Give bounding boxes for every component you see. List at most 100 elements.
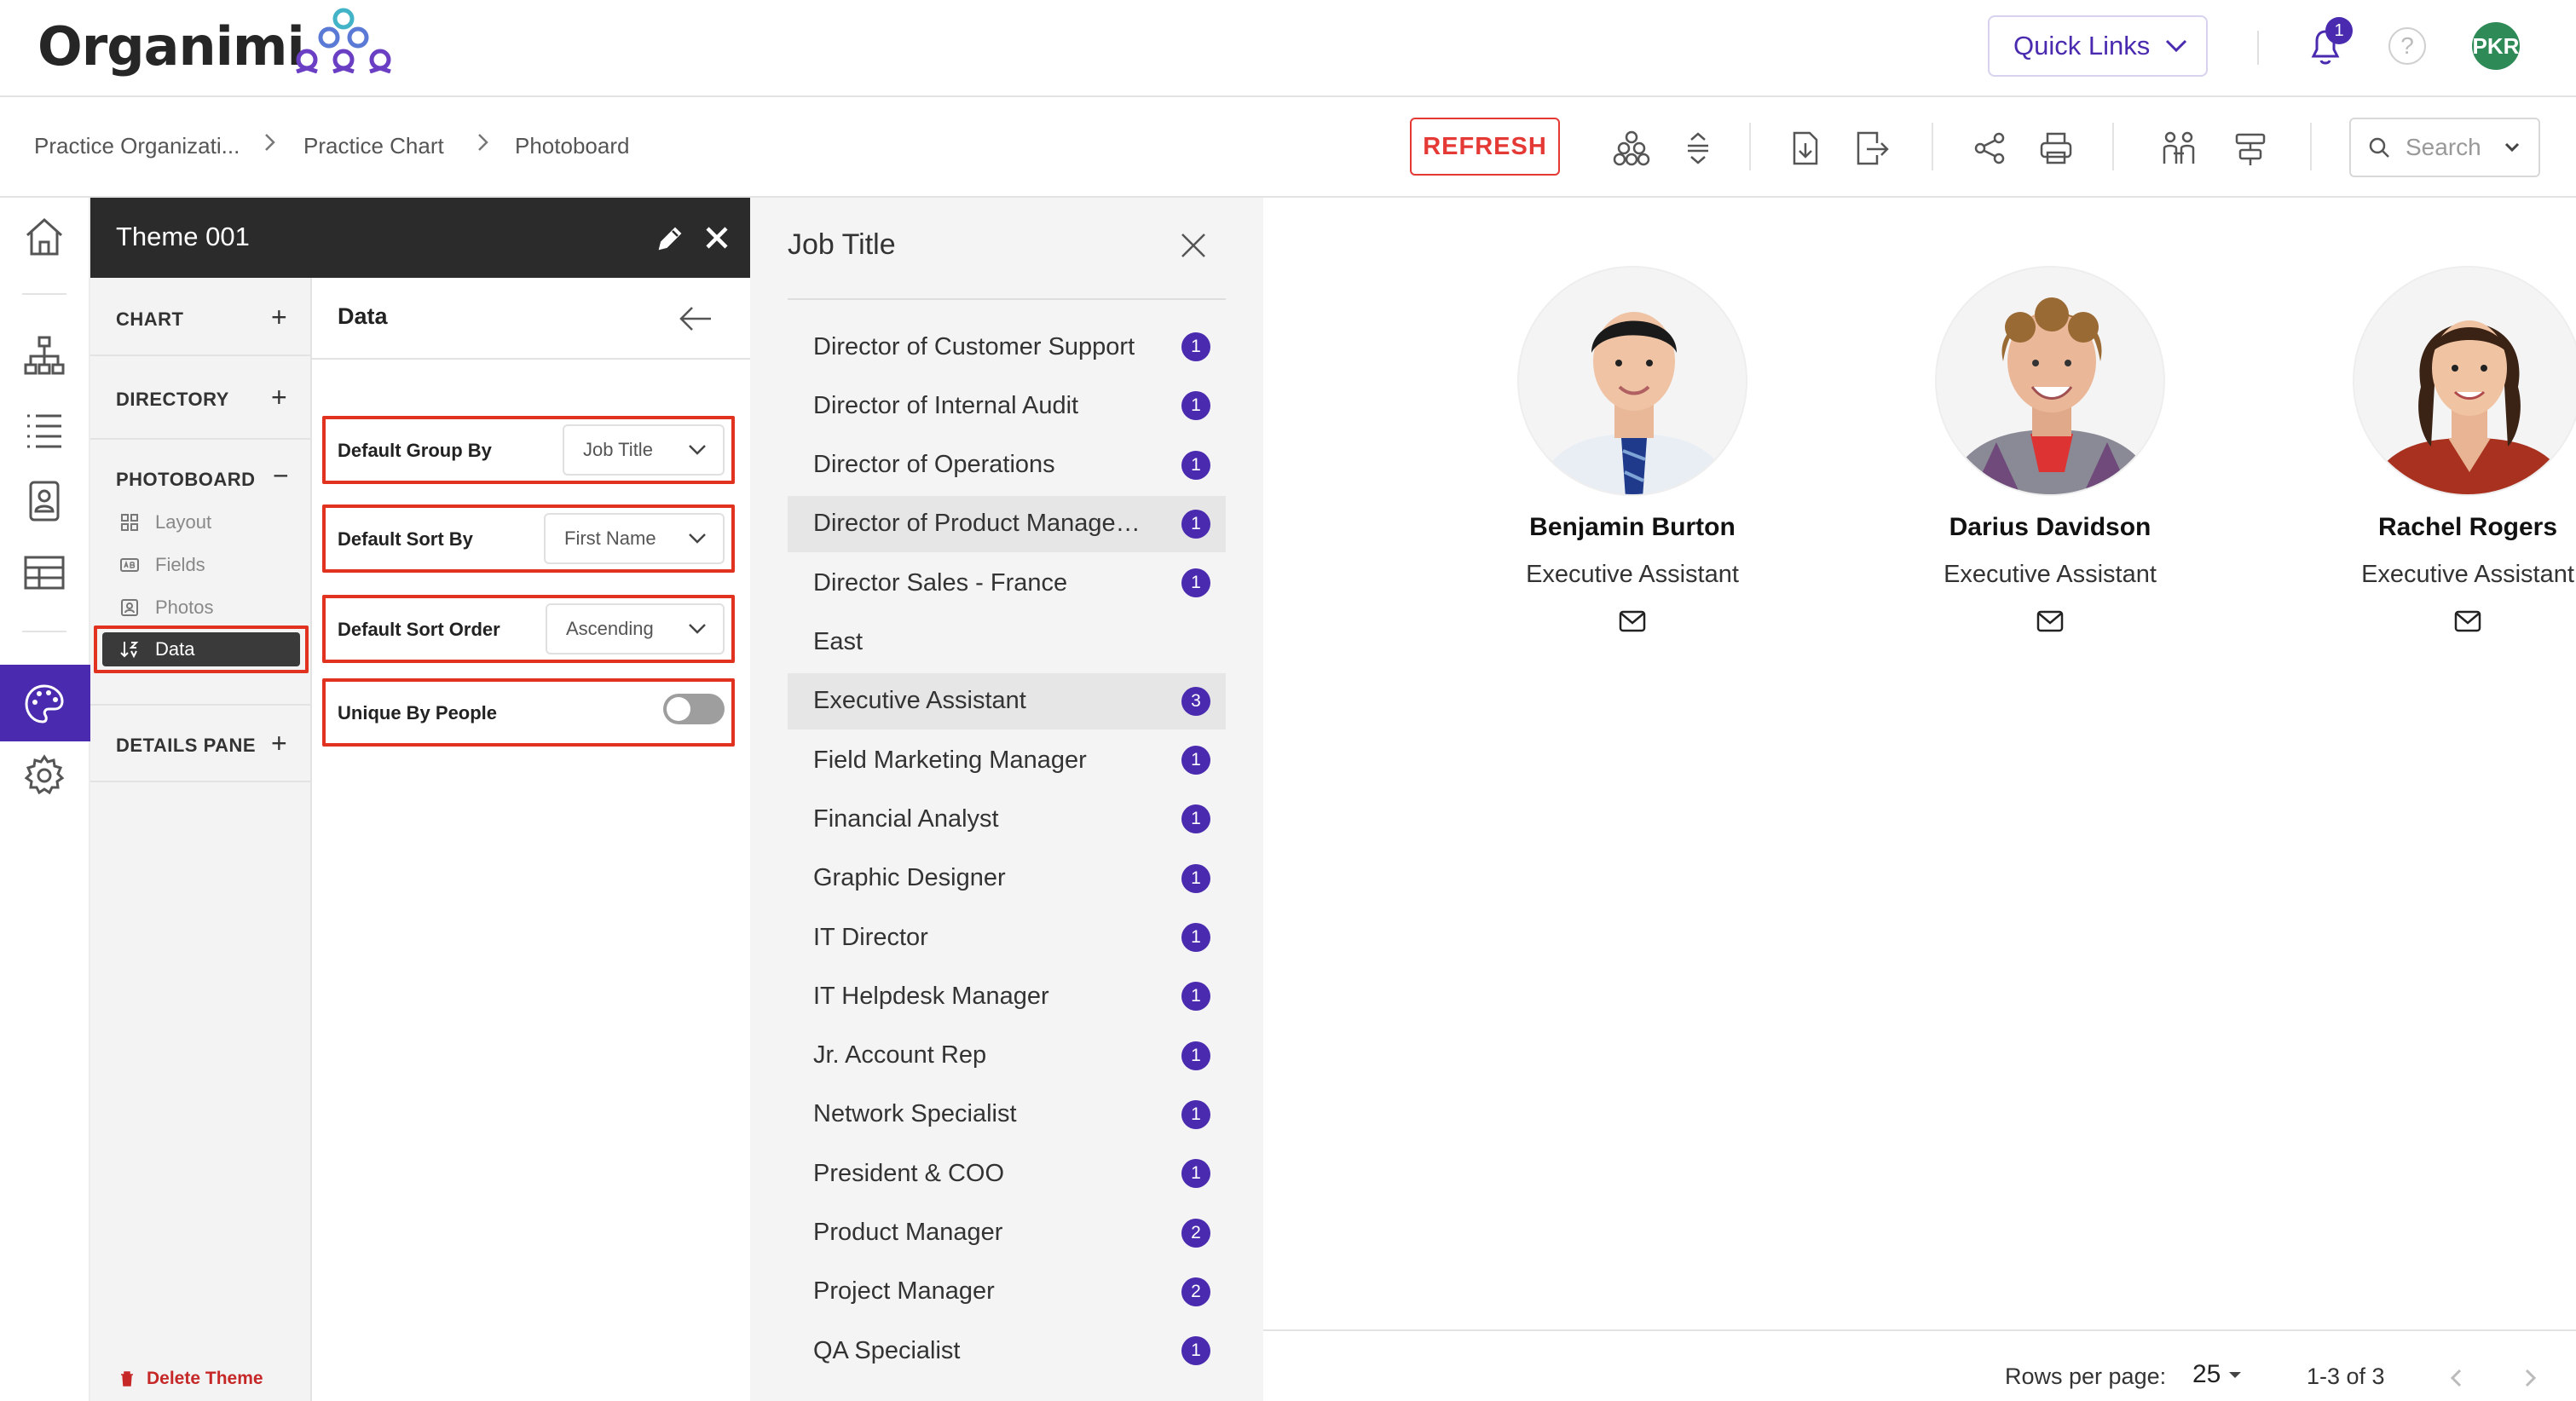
unique-by-people-toggle[interactable] xyxy=(663,694,725,724)
photoboard-item-photos[interactable]: Photos xyxy=(114,591,319,624)
pagination-range: 1-3 of 3 xyxy=(2307,1364,2385,1389)
list-item[interactable]: Director of Customer Support 1 xyxy=(788,319,1226,375)
list-item[interactable]: Project Manager 2 xyxy=(788,1264,1226,1320)
section-directory[interactable]: DIRECTORY xyxy=(116,389,229,411)
photoboard-item-fields[interactable]: Fields xyxy=(114,549,319,581)
caret-down-icon[interactable] xyxy=(2504,141,2521,153)
collapse-icon[interactable] xyxy=(1679,130,1717,167)
header-divider xyxy=(2257,31,2259,65)
section-photoboard[interactable]: PHOTOBOARD xyxy=(116,469,256,491)
people-icon[interactable] xyxy=(2160,130,2198,167)
delete-theme-button[interactable]: Delete Theme xyxy=(119,1369,263,1389)
share-icon[interactable] xyxy=(1971,130,2008,167)
settings-gear-icon[interactable] xyxy=(22,753,66,798)
edit-pencil-icon[interactable] xyxy=(655,223,685,254)
quick-links-label: Quick Links xyxy=(2013,31,2151,61)
select-value: First Name xyxy=(564,528,656,549)
list-item[interactable]: Graphic Designer 1 xyxy=(788,850,1226,907)
person-card[interactable]: Benjamin Burton Executive Assistant xyxy=(1453,266,1811,658)
data-panel-title: Data xyxy=(338,303,388,329)
org-chart-icon[interactable] xyxy=(1613,130,1650,167)
list-item[interactable]: Director of Internal Audit 1 xyxy=(788,378,1226,434)
list-item[interactable]: Network Specialist 1 xyxy=(788,1087,1226,1143)
home-icon[interactable] xyxy=(22,215,66,259)
help-icon[interactable]: ? xyxy=(2388,27,2426,65)
person-title: Executive Assistant xyxy=(1526,561,1739,588)
person-title: Executive Assistant xyxy=(2361,561,2574,588)
rows-per-page-select[interactable]: 25 xyxy=(2192,1360,2243,1389)
group-list-title: Job Title xyxy=(788,228,896,261)
email-icon[interactable] xyxy=(2036,610,2064,632)
list-item[interactable]: Financial Analyst 1 xyxy=(788,791,1226,847)
count-badge: 1 xyxy=(1181,509,1210,539)
org-chart-nav-icon[interactable] xyxy=(22,334,66,378)
default-group-by-select[interactable]: Job Title xyxy=(563,424,725,476)
quick-links-button[interactable]: Quick Links xyxy=(1988,15,2208,77)
person-title: Executive Assistant xyxy=(1944,561,2157,588)
default-sort-order-select[interactable]: Ascending xyxy=(546,603,725,654)
section-divider xyxy=(90,704,312,706)
theme-section-nav: CHART + DIRECTORY + PHOTOBOARD − Layout … xyxy=(90,278,312,1401)
list-item[interactable]: Jr. Account Rep 1 xyxy=(788,1028,1226,1084)
print-icon[interactable] xyxy=(2037,130,2075,167)
section-chart[interactable]: CHART xyxy=(116,308,184,331)
chevron-right-icon[interactable] xyxy=(2520,1365,2540,1391)
person-card[interactable]: Darius Davidson Executive Assistant xyxy=(1871,266,2229,658)
default-sort-by-label: Default Sort By xyxy=(338,528,473,550)
list-item-label: Director of Operations xyxy=(813,451,1055,479)
list-item[interactable]: Field Marketing Manager 1 xyxy=(788,732,1226,788)
toolbar-divider xyxy=(1749,123,1751,170)
person-photo xyxy=(1935,266,2165,496)
breadcrumb-photoboard[interactable]: Photoboard xyxy=(515,133,629,159)
count-badge: 1 xyxy=(1181,1159,1210,1189)
section-details-pane[interactable]: DETAILS PANE xyxy=(116,735,256,757)
list-item[interactable]: QA Specialist 1 xyxy=(788,1323,1226,1379)
list-item[interactable]: East xyxy=(788,614,1226,671)
default-sort-by-select[interactable]: First Name xyxy=(544,513,725,564)
palette-icon[interactable] xyxy=(22,682,66,726)
close-icon[interactable] xyxy=(1178,230,1209,261)
plus-icon[interactable]: + xyxy=(271,303,287,331)
import-icon[interactable] xyxy=(1787,130,1824,167)
photoboard-item-data[interactable]: Data xyxy=(102,632,300,666)
logo-text: Organimi xyxy=(38,15,305,78)
table-icon[interactable] xyxy=(22,551,66,595)
directory-card-icon[interactable] xyxy=(22,479,66,523)
photoboard-item-layout[interactable]: Layout xyxy=(114,506,319,539)
close-icon[interactable] xyxy=(701,222,733,254)
email-icon[interactable] xyxy=(2454,610,2481,632)
export-icon[interactable] xyxy=(1851,130,1889,167)
select-value: Ascending xyxy=(566,618,654,639)
rows-per-page-value: 25 xyxy=(2192,1360,2221,1388)
count-badge: 1 xyxy=(1181,923,1210,952)
email-icon[interactable] xyxy=(1619,610,1646,632)
list-item[interactable]: Director of Product Management 1 xyxy=(788,495,1226,552)
arrow-left-icon[interactable] xyxy=(679,303,713,334)
align-icon[interactable] xyxy=(2232,130,2269,167)
select-value: Job Title xyxy=(583,439,653,460)
breadcrumb-chart[interactable]: Practice Chart xyxy=(303,133,444,159)
plus-icon[interactable]: + xyxy=(271,383,287,411)
list-item[interactable]: Product Manager 2 xyxy=(788,1205,1226,1261)
minus-icon[interactable]: − xyxy=(273,462,289,489)
plus-icon[interactable]: + xyxy=(271,729,287,757)
search-icon xyxy=(2369,137,2389,158)
search-input[interactable]: Search xyxy=(2349,118,2540,177)
breadcrumb-organization[interactable]: Practice Organizati... xyxy=(34,133,240,159)
list-item[interactable]: IT Director 1 xyxy=(788,909,1226,966)
list-item[interactable]: Director of Operations 1 xyxy=(788,437,1226,493)
person-photo-image xyxy=(2354,268,2576,494)
list-item[interactable]: Director Sales - France 1 xyxy=(788,555,1226,611)
avatar[interactable]: PKR xyxy=(2472,22,2520,70)
count-badge: 1 xyxy=(1181,332,1210,361)
list-item[interactable]: President & COO 1 xyxy=(788,1145,1226,1202)
count-badge: 1 xyxy=(1181,1336,1210,1366)
list-item[interactable]: IT Helpdesk Manager 1 xyxy=(788,968,1226,1024)
refresh-button[interactable]: REFRESH xyxy=(1410,118,1560,176)
group-list-panel: Job Title Director of Customer Support 1 D… xyxy=(750,198,1263,1401)
person-card[interactable]: Rachel Rogers Executive Assistant xyxy=(2289,266,2576,658)
toolbar: Practice Organizati... Practice Chart Ph… xyxy=(0,97,2576,198)
chevron-left-icon[interactable] xyxy=(2446,1365,2467,1391)
list-item[interactable]: Executive Assistant 3 xyxy=(788,672,1226,729)
list-icon[interactable] xyxy=(22,407,66,452)
